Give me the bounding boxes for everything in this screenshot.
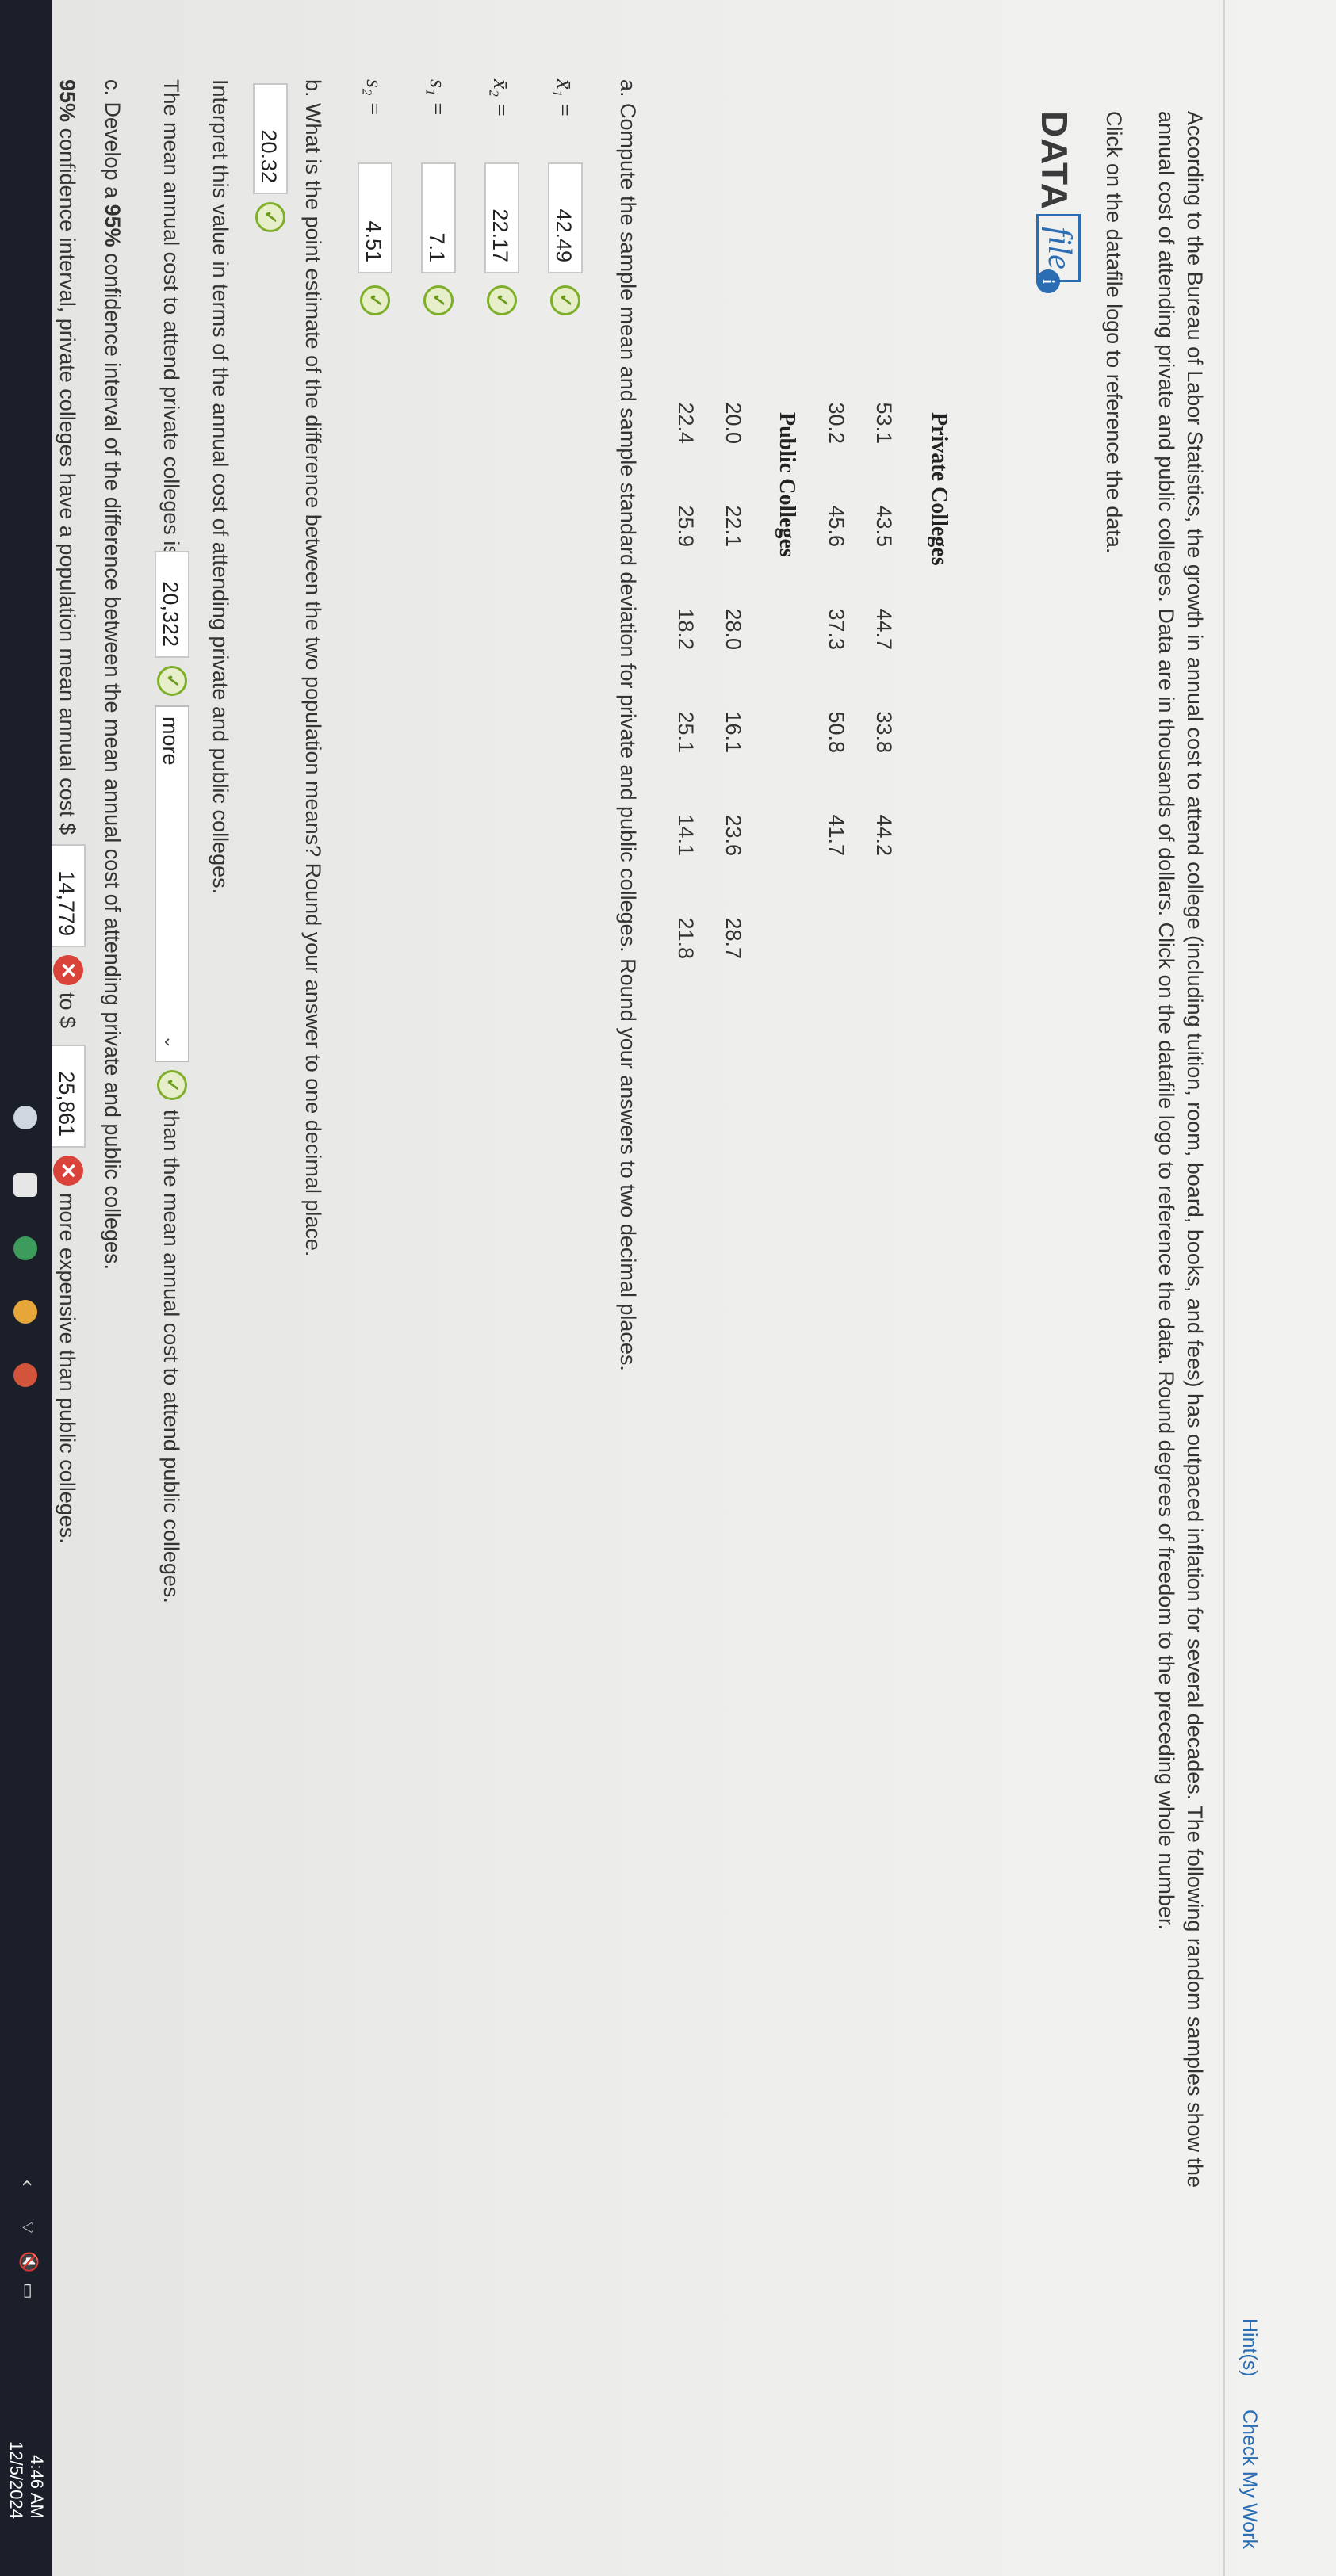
app-icon[interactable]: [13, 1173, 37, 1197]
public-cell: 25.9: [674, 505, 698, 547]
public-cell: 20.0: [722, 402, 745, 444]
ci-high-input[interactable]: 25,861: [51, 1045, 86, 1148]
part-c-prompt: c. Develop a 95% confidence interval of …: [100, 79, 124, 2457]
click-instruction: Click on the datafile logo to reference …: [1102, 111, 1126, 554]
x-circle-icon: ✕: [53, 1156, 83, 1186]
chevron-down-icon: ⌄: [161, 1034, 181, 1049]
clock-date: 12/5/2024: [6, 2441, 26, 2519]
part-b-prompt: b. What is the point estimate of the dif…: [301, 79, 325, 1257]
public-cell: 25.1: [674, 711, 698, 753]
interpret-line-pre: The mean annual cost to attend private c…: [159, 79, 183, 575]
private-cell: 37.3: [825, 608, 848, 650]
private-cell: 44.7: [872, 608, 896, 650]
check-circle-icon: ✓: [360, 285, 390, 315]
private-cell: 44.2: [872, 814, 896, 856]
part-c-prompt-pre: c. Develop a: [101, 79, 124, 199]
app-icon[interactable]: [13, 1106, 37, 1129]
private-cell: 50.8: [825, 711, 848, 753]
clock-time: 4:46 AM: [27, 2455, 47, 2519]
check-circle-icon: ✓: [550, 285, 580, 315]
check-circle-icon: ✓: [423, 285, 454, 315]
public-cell: 14.1: [674, 814, 698, 856]
private-cell: 45.6: [825, 505, 848, 547]
intro-line-2: annual cost of attending private and pub…: [1154, 111, 1178, 1930]
check-circle-icon: ✓: [157, 1070, 187, 1100]
select-value: more: [159, 717, 182, 766]
app-icon[interactable]: [13, 1300, 37, 1324]
ci-line-bold: 95%: [56, 79, 79, 123]
x1-label: x̄₁ =: [552, 79, 576, 118]
public-cell: 22.4: [674, 402, 698, 444]
part-c-prompt-post: confidence interval of the difference be…: [101, 253, 124, 1271]
interpret-line-post: than the mean annual cost to attend publ…: [159, 1110, 183, 1603]
public-cell: 28.0: [722, 608, 745, 650]
public-cell: 23.6: [722, 814, 745, 856]
check-circle-icon: ✓: [255, 202, 285, 232]
ci-to-label: to $: [56, 992, 79, 1029]
ci-line-post: more expensive than public colleges.: [56, 1193, 79, 1544]
clock[interactable]: 4:46 AM 12/5/2024: [6, 2441, 47, 2519]
x1-input[interactable]: 42.49: [548, 162, 583, 273]
private-cell: 53.1: [872, 402, 896, 444]
amount-input[interactable]: 20,322: [155, 551, 189, 658]
private-cell: 33.8: [872, 711, 896, 753]
app-icon[interactable]: [13, 1236, 37, 1260]
datafile-logo-data: DATA: [1034, 111, 1075, 210]
private-cell: 30.2: [825, 402, 848, 444]
part-a-prompt: a. Compute the sample mean and sample st…: [616, 79, 640, 1371]
header-divider: [1223, 0, 1225, 2576]
ci-low-input[interactable]: 14,779: [51, 844, 86, 947]
public-cell: 22.1: [722, 505, 745, 547]
public-cell: 18.2: [674, 608, 698, 650]
app-icon[interactable]: [13, 1363, 37, 1387]
public-colleges-title: Public Colleges: [775, 412, 799, 557]
screen: Hint(s) Check My Work According to the B…: [0, 0, 1336, 2576]
ci-line-text: confidence interval, private colleges ha…: [56, 128, 79, 835]
private-colleges-title: Private Colleges: [927, 412, 951, 566]
interpret-prompt: Interpret this value in terms of the ann…: [209, 79, 232, 895]
ci-line-pre: 95% confidence interval, private college…: [55, 79, 79, 835]
x2-label: x̄₂ =: [488, 79, 513, 118]
s2-input[interactable]: 4.51: [358, 162, 392, 273]
public-cell: 21.8: [674, 917, 698, 959]
check-circle-icon: ✓: [487, 285, 517, 315]
battery-icon: ▭: [19, 2283, 39, 2299]
chevron-up-icon[interactable]: ‹: [16, 2180, 40, 2187]
part-c-prompt-bold: 95%: [101, 204, 124, 247]
x2-input[interactable]: 22.17: [484, 162, 519, 273]
more-less-select[interactable]: more ⌄: [155, 705, 189, 1062]
hints-link[interactable]: Hint(s): [1238, 2318, 1261, 2377]
s1-label: s₁ =: [425, 79, 450, 117]
wifi-icon[interactable]: ⌔: [17, 2219, 39, 2236]
public-cell: 16.1: [722, 711, 745, 753]
taskbar: ‹ ⌔ 🔇 ▭ 4:46 AM 12/5/2024: [0, 0, 52, 2576]
intro-line-1: According to the Bureau of Labor Statist…: [1183, 111, 1207, 2188]
private-cell: 43.5: [872, 505, 896, 547]
s1-input[interactable]: 7.1: [421, 162, 456, 273]
point-estimate-input[interactable]: 20.32: [253, 83, 288, 194]
private-cell: 41.7: [825, 814, 848, 856]
public-cell: 28.7: [722, 917, 745, 959]
info-icon: i: [1036, 269, 1060, 293]
check-my-work-link[interactable]: Check My Work: [1238, 2410, 1261, 2549]
volume-muted-icon[interactable]: 🔇: [18, 2251, 39, 2272]
x-circle-icon: ✕: [53, 955, 83, 985]
s2-label: s₂ =: [362, 79, 386, 117]
check-circle-icon: ✓: [157, 666, 187, 696]
